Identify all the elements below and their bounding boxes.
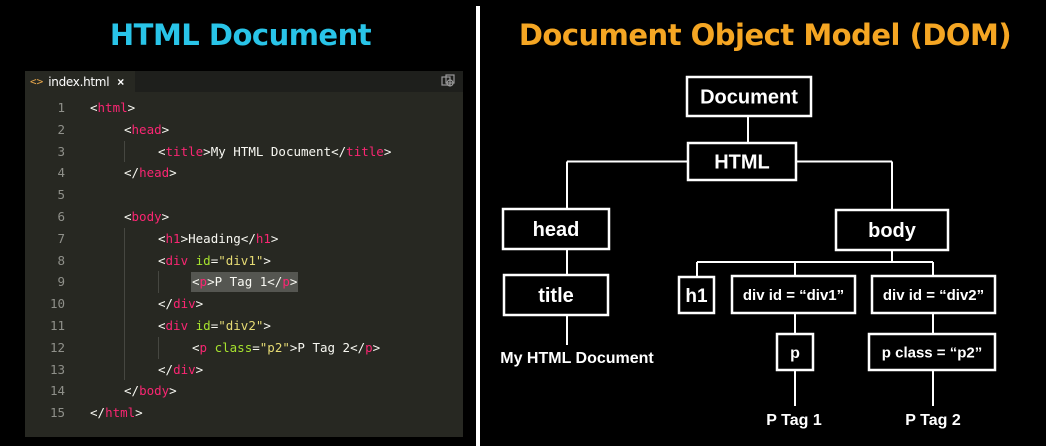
dom-node-label: head: [533, 219, 580, 241]
dom-node-p2: p class = “p2”: [867, 332, 997, 372]
dom-text-node-p1-text: P Tag 1: [766, 412, 822, 429]
dom-node-label: HTML: [714, 152, 770, 174]
dom-node-label: p: [790, 345, 800, 362]
dom-node-label: div id = “div2”: [883, 287, 984, 304]
dom-node-body: body: [834, 208, 950, 252]
dom-tree: Document HTML head body title h1 div id = “div…: [500, 75, 997, 429]
dom-node-label: body: [868, 220, 917, 242]
dom-node-p1: p: [775, 332, 815, 372]
dom-node-title: title: [502, 273, 610, 317]
dom-node-html: HTML: [686, 141, 798, 182]
dom-node-label: title: [538, 285, 574, 307]
dom-node-h1: h1: [677, 275, 716, 315]
dom-node-div1: div id = “div1”: [730, 274, 857, 315]
dom-node-document: Document: [685, 75, 813, 118]
dom-node-div2: div id = “div2”: [870, 274, 997, 315]
dom-node-label: div id = “div1”: [743, 287, 844, 304]
dom-node-label: Document: [700, 87, 798, 109]
dom-node-head: head: [501, 207, 611, 251]
dom-node-label: p class = “p2”: [882, 344, 982, 361]
dom-node-label: h1: [685, 286, 708, 307]
dom-text-node-title-text: My HTML Document: [500, 350, 654, 367]
dom-text-node-p2-text: P Tag 2: [905, 412, 961, 429]
